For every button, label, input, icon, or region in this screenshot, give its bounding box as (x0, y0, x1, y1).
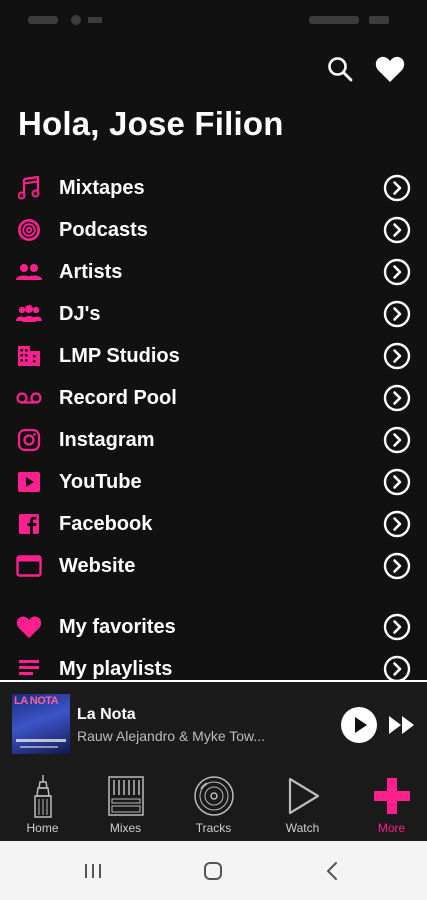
menu-item-djs[interactable]: DJ's (0, 293, 427, 335)
tab-tracks[interactable]: Tracks (171, 767, 256, 841)
podcast-icon (16, 217, 42, 243)
play-button[interactable] (340, 706, 378, 744)
page-title: Hola, Jose Filion (18, 105, 284, 142)
recent-apps-icon[interactable] (81, 859, 105, 883)
heart-icon[interactable] (375, 54, 405, 84)
status-icons-right (309, 16, 389, 24)
menu-item-my-favorites[interactable]: My favorites (0, 606, 427, 648)
album-art-decoration (20, 746, 58, 748)
chevron-right-circle-icon[interactable] (383, 300, 411, 328)
menu-item-my-playlists[interactable]: My playlists (0, 648, 427, 680)
plus-icon (370, 773, 414, 819)
menu-item-label: YouTube (59, 470, 142, 493)
group-icon (16, 301, 42, 327)
menu-item-label: My favorites (59, 615, 176, 638)
menu-item-label: Record Pool (59, 386, 177, 409)
track-title: La Nota (77, 706, 136, 723)
album-art: LA NOTA (12, 694, 70, 754)
vinyl-icon (192, 773, 236, 819)
building-icon (16, 343, 42, 369)
heart-icon (16, 614, 42, 640)
menu-item-label: Instagram (59, 428, 155, 451)
album-art-text: LA NOTA (14, 695, 59, 707)
search-icon[interactable] (325, 54, 355, 84)
music-note-icon (16, 175, 42, 201)
menu-item-label: My playlists (59, 657, 173, 680)
instagram-icon (16, 427, 42, 453)
track-artist: Rauw Alejandro & Myke Tow... (77, 728, 266, 744)
chevron-right-circle-icon[interactable] (383, 174, 411, 202)
menu-item-label: Mixtapes (59, 176, 145, 199)
chevron-right-circle-icon[interactable] (383, 384, 411, 412)
menu-item-youtube[interactable]: YouTube (0, 461, 427, 503)
back-icon[interactable] (320, 859, 344, 883)
status-bar (0, 0, 427, 40)
people-icon (16, 259, 42, 285)
tab-label: Home (26, 821, 59, 835)
tab-watch[interactable]: Watch (260, 767, 345, 841)
chevron-right-circle-icon[interactable] (383, 552, 411, 580)
next-track-button[interactable] (386, 712, 418, 738)
menu-item-website[interactable]: Website (0, 545, 427, 587)
menu-item-label: DJ's (59, 302, 101, 325)
tab-mixes[interactable]: Mixes (83, 767, 168, 841)
menu-item-lmp-studios[interactable]: LMP Studios (0, 335, 427, 377)
chevron-right-circle-icon[interactable] (383, 216, 411, 244)
chevron-right-circle-icon[interactable] (383, 426, 411, 454)
album-art-decoration (16, 739, 66, 742)
system-navigation-bar (0, 841, 427, 900)
menu-item-record-pool[interactable]: Record Pool (0, 377, 427, 419)
chevron-right-circle-icon[interactable] (383, 342, 411, 370)
menu-item-podcasts[interactable]: Podcasts (0, 209, 427, 251)
tab-label: More (377, 821, 406, 835)
tab-label: Watch (285, 821, 320, 835)
facebook-icon (16, 511, 42, 537)
chevron-right-circle-icon[interactable] (383, 510, 411, 538)
mixer-icon (104, 773, 148, 819)
mini-player[interactable]: LA NOTA La Nota Rauw Alejandro & Myke To… (0, 680, 427, 767)
playlist-icon (16, 656, 42, 680)
tab-label: Mixes (109, 821, 142, 835)
header-actions (325, 54, 405, 84)
tab-label: Tracks (195, 821, 232, 835)
browser-window-icon (16, 553, 42, 579)
menu-item-facebook[interactable]: Facebook (0, 503, 427, 545)
menu-item-label: Facebook (59, 512, 153, 535)
menu-item-artists[interactable]: Artists (0, 251, 427, 293)
tab-home[interactable]: Home (0, 767, 85, 841)
chevron-right-circle-icon[interactable] (383, 613, 411, 641)
chevron-right-circle-icon[interactable] (383, 468, 411, 496)
menu-item-label: Artists (59, 260, 123, 283)
menu-item-label: LMP Studios (59, 344, 180, 367)
skyscraper-icon (21, 773, 65, 819)
voicemail-icon (16, 385, 42, 411)
youtube-icon (16, 469, 42, 495)
bottom-tab-bar: Home Mixes Tracks Watch More (0, 767, 427, 841)
more-menu-list: Mixtapes Podcasts Artists DJ's LMP Studi… (0, 167, 427, 680)
chevron-right-circle-icon[interactable] (383, 258, 411, 286)
tab-more[interactable]: More (349, 767, 427, 841)
menu-item-label: Podcasts (59, 218, 148, 241)
status-icons-left (28, 15, 102, 25)
home-icon[interactable] (201, 859, 225, 883)
menu-item-instagram[interactable]: Instagram (0, 419, 427, 461)
menu-item-label: Website (59, 554, 136, 577)
menu-item-mixtapes[interactable]: Mixtapes (0, 167, 427, 209)
chevron-right-circle-icon[interactable] (383, 655, 411, 680)
play-outline-icon (281, 773, 325, 819)
